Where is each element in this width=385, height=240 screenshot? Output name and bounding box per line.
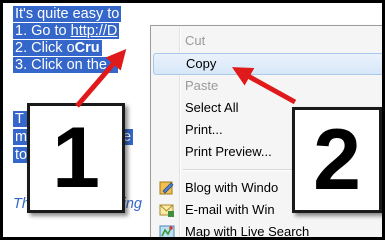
callout-number-2: 2 — [292, 107, 382, 213]
menu-item-map[interactable]: Map with Live Search — [153, 221, 382, 237]
text-line: 1. Go to http://D — [13, 23, 120, 39]
text-line: It's quite easy to — [13, 6, 122, 22]
menu-item-paste[interactable]: Paste — [153, 75, 382, 97]
map-icon — [159, 225, 175, 237]
text-line: 3. Click on the " — [13, 57, 119, 73]
callout-number-1: 1 — [27, 103, 125, 213]
url-link[interactable]: http://D — [71, 23, 118, 39]
blog-icon — [159, 181, 174, 195]
screenshot-frame: It's quite easy to 1. Go to http://D 2. … — [0, 0, 385, 240]
email-icon — [159, 204, 174, 217]
menu-item-copy[interactable]: Copy — [153, 53, 382, 75]
text-line: 2. Click oCru — [13, 40, 102, 56]
menu-item-cut[interactable]: Cut — [153, 30, 382, 52]
